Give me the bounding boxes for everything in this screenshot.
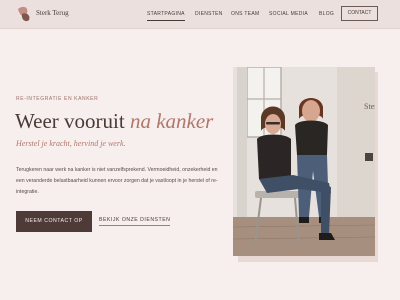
contact-cta-button[interactable]: NEEM CONTACT OP [16,211,92,232]
nav-ons-team[interactable]: ONS TEAM [231,11,259,17]
services-link[interactable]: BEKIJK ONZE DIENSTEN [99,217,171,226]
wall-sign-text: Sterk Terug [364,102,375,111]
hero-title-main: Weer vooruit [15,109,130,133]
hero-body: Terugkeren naar werk na kanker is niet v… [16,167,218,195]
nav-diensten[interactable]: DIENSTEN [195,11,223,17]
hero-title: Weer vooruit na kanker [15,109,213,134]
nav-blog[interactable]: BLOG [319,11,334,17]
logo-icon[interactable] [15,5,33,23]
contact-button[interactable]: CONTACT [341,6,378,21]
hero-title-accent: na kanker [129,109,214,133]
nav-social-media[interactable]: SOCIAL MEDIA [269,11,308,17]
site-header: Sterk Terug STARTPAGINA DIENSTEN ONS TEA… [0,0,400,29]
hero-subtitle: Herstel je kracht, hervind je werk. [16,139,126,148]
brand-name[interactable]: Sterk Terug [36,9,69,17]
nav-startpagina[interactable]: STARTPAGINA [147,11,185,21]
hero-eyebrow: RE-INTEGRATIE EN KANKER [16,96,99,102]
team-photo-illustration: Sterk Terug [233,67,375,256]
hero-photo: Sterk Terug [233,67,375,256]
